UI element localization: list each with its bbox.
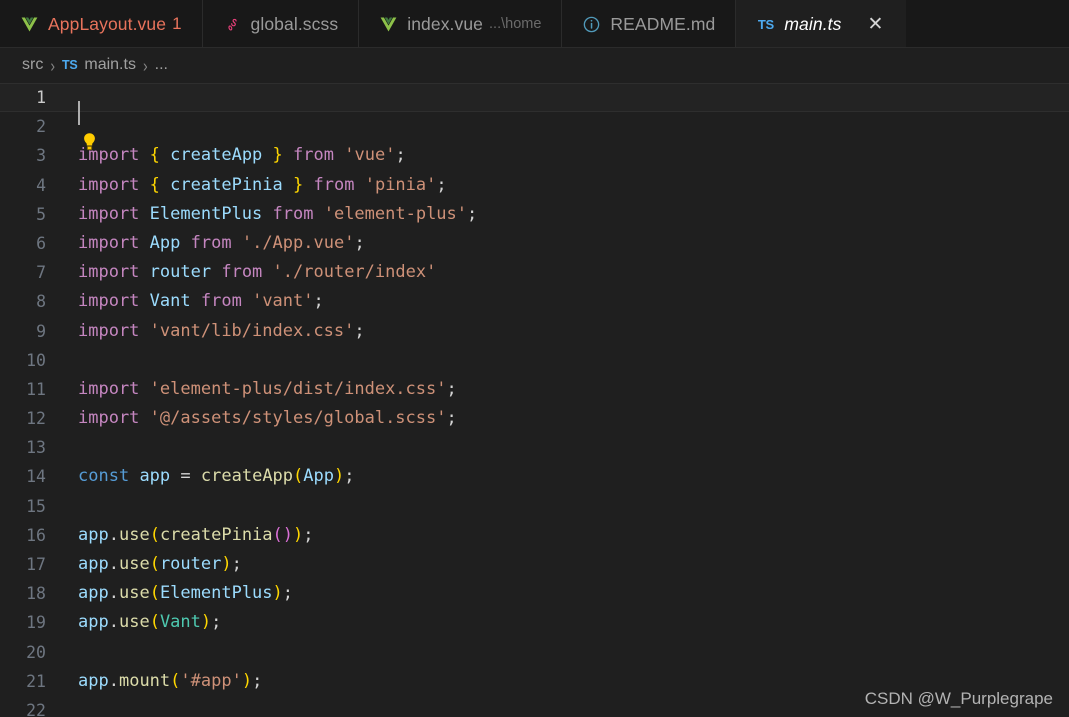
code-line[interactable]: 10 <box>0 346 1069 375</box>
code-line[interactable]: 6 import App from './App.vue'; <box>0 229 1069 258</box>
chevron-right-icon: › <box>142 55 148 75</box>
vue-icon <box>20 15 39 34</box>
line-number: 18 <box>26 584 46 604</box>
line-content[interactable]: import App from './App.vue'; <box>68 229 1069 258</box>
line-content[interactable]: import 'element-plus/dist/index.css'; <box>68 375 1069 404</box>
line-number: 4 <box>36 175 46 195</box>
line-number: 9 <box>36 321 46 341</box>
code-line[interactable]: 2 <box>0 112 1069 150</box>
code-line[interactable]: 17 app.use(router); <box>0 550 1069 579</box>
vue-icon <box>379 15 398 34</box>
code-line[interactable]: 12 import '@/assets/styles/global.scss'; <box>0 404 1069 433</box>
line-number: 11 <box>26 379 46 399</box>
line-content[interactable]: import ElementPlus from 'element-plus'; <box>68 200 1069 229</box>
line-number: 17 <box>26 555 46 574</box>
line-content[interactable]: import 'vant/lib/index.css'; <box>68 317 1069 346</box>
code-lines[interactable]: 1 2 3 import { createApp } from 'vue'; 4… <box>0 82 1069 717</box>
tab-label: global.scss <box>250 13 339 34</box>
line-number: 22 <box>26 700 46 717</box>
tab-bar-empty-space <box>906 0 1069 48</box>
code-line[interactable]: 1 <box>0 83 1069 125</box>
code-line[interactable]: 3 import { createApp } from 'vue'; <box>0 141 1069 170</box>
tab-applayout-vue[interactable]: AppLayout.vue 1 <box>0 0 203 48</box>
code-line[interactable]: 16 app.use(createPinia()); <box>0 521 1069 550</box>
line-number: 21 <box>26 671 46 691</box>
line-content[interactable]: import Vant from 'vant'; <box>68 287 1069 316</box>
tab-main-ts[interactable]: TS main.ts ✕ <box>735 0 907 48</box>
breadcrumb: src › TS main.ts › ... <box>0 48 1069 82</box>
code-line[interactable]: 11 import 'element-plus/dist/index.css'; <box>0 375 1069 404</box>
line-number: 5 <box>36 204 46 224</box>
line-content[interactable]: const app = createApp(App); <box>68 462 1069 491</box>
tab-label: index.vue <box>407 13 484 34</box>
line-content[interactable]: app.use(router); <box>68 550 1069 579</box>
line-number: 6 <box>36 233 46 253</box>
vscode-window: AppLayout.vue 1 global.scss index.vue ..… <box>0 0 1069 717</box>
tab-global-scss[interactable]: global.scss <box>202 0 360 48</box>
code-line[interactable]: 13 <box>0 433 1069 462</box>
code-line[interactable]: 4 import { createPinia } from 'pinia'; <box>0 171 1069 200</box>
markdown-info-icon <box>582 15 601 34</box>
typescript-icon: TS <box>757 16 774 32</box>
tab-error-badge: 1 <box>172 14 182 33</box>
tab-readme-md[interactable]: README.md <box>562 0 737 48</box>
tab-label: AppLayout.vue <box>48 13 167 34</box>
line-number: 13 <box>26 438 46 458</box>
close-icon[interactable]: ✕ <box>864 13 886 35</box>
line-content[interactable]: app.use(ElementPlus); <box>68 579 1069 608</box>
tab-index-vue[interactable]: index.vue ...\home <box>359 0 563 48</box>
line-number: 8 <box>36 292 46 312</box>
sass-icon <box>223 15 242 34</box>
line-content[interactable]: import { createPinia } from 'pinia'; <box>68 171 1069 200</box>
line-content[interactable]: app.use(createPinia()); <box>68 521 1069 550</box>
code-line[interactable]: 19 app.use(Vant); <box>0 608 1069 637</box>
watermark: CSDN @W_Purplegrape <box>864 689 1053 708</box>
code-line[interactable]: 7 import router from './router/index' <box>0 258 1069 287</box>
editor-tab-bar: AppLayout.vue 1 global.scss index.vue ..… <box>0 0 1069 48</box>
code-line[interactable]: 8 import Vant from 'vant'; <box>0 287 1069 316</box>
code-line[interactable]: 18 app.use(ElementPlus); <box>0 579 1069 608</box>
code-line[interactable]: 9 import 'vant/lib/index.css'; <box>0 317 1069 346</box>
code-line[interactable]: 15 <box>0 492 1069 521</box>
tab-path-hint: ...\home <box>489 16 542 32</box>
line-number: 15 <box>26 496 46 516</box>
line-number: 7 <box>36 263 46 283</box>
line-number: 20 <box>26 642 46 662</box>
tab-label: README.md <box>610 13 716 34</box>
line-number: 14 <box>26 467 46 487</box>
breadcrumb-item-main-ts[interactable]: main.ts <box>84 56 136 74</box>
line-number: 1 <box>36 88 46 107</box>
line-number: 19 <box>26 613 46 633</box>
tab-label: main.ts <box>784 13 842 34</box>
line-content[interactable]: import { createApp } from 'vue'; <box>68 141 1069 170</box>
code-editor[interactable]: 1 2 3 import { createApp } from 'vue'; 4… <box>0 82 1069 717</box>
chevron-right-icon: › <box>50 55 55 75</box>
line-number: 2 <box>36 117 46 137</box>
typescript-icon: TS <box>62 58 78 72</box>
line-content[interactable]: import router from './router/index' <box>68 258 1069 287</box>
line-content[interactable]: import '@/assets/styles/global.scss'; <box>68 404 1069 433</box>
code-line[interactable]: 14 const app = createApp(App); <box>0 462 1069 491</box>
breadcrumb-item-symbol[interactable]: ... <box>155 56 168 74</box>
code-line[interactable]: 20 <box>0 638 1069 667</box>
code-line[interactable]: 5 import ElementPlus from 'element-plus'… <box>0 200 1069 229</box>
line-number: 12 <box>26 409 46 429</box>
line-content[interactable]: app.use(Vant); <box>68 608 1069 637</box>
line-number: 16 <box>26 525 46 545</box>
line-number: 3 <box>36 146 46 166</box>
breadcrumb-item-src[interactable]: src <box>22 56 43 74</box>
line-number: 10 <box>26 350 46 370</box>
